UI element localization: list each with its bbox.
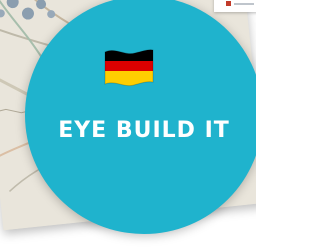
screenshot-stage: EYE BUILD IT [0, 0, 256, 250]
map-legend-card [214, 0, 256, 12]
germany-flag-icon [104, 49, 154, 87]
badge-title: EYE BUILD IT [58, 118, 230, 143]
legend-marker [226, 1, 231, 6]
badge-circle [25, 0, 256, 234]
legend-line [234, 3, 254, 5]
